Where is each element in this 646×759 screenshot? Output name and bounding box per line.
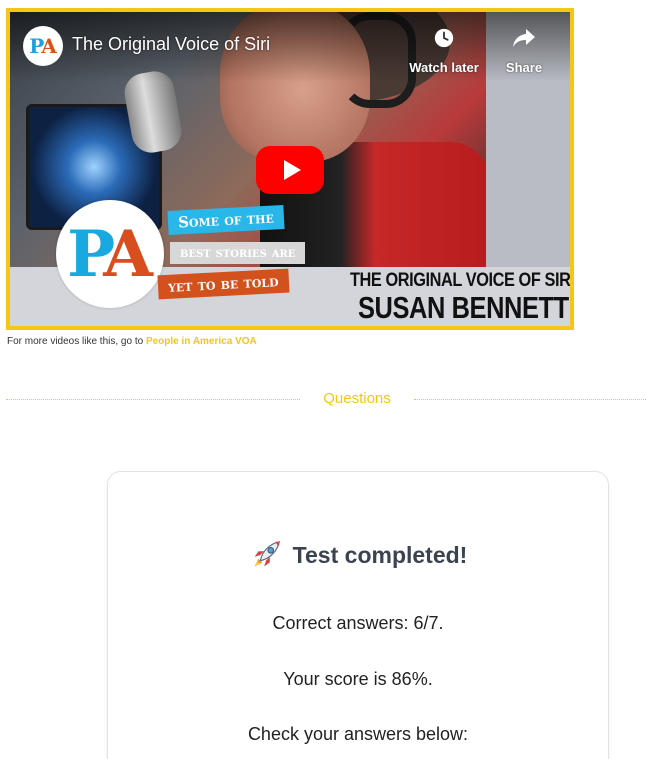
result-title-text: Test completed! (292, 541, 468, 568)
caption-text: For more videos like this, go to (7, 336, 146, 347)
people-in-america-logo: PA (56, 200, 164, 308)
correct-answers-text: Correct answers: 6/7. (272, 613, 444, 633)
video-caption: For more videos like this, go to People … (7, 336, 257, 347)
share-button[interactable]: Share (484, 26, 564, 75)
check-answers-text: Check your answers below: (247, 724, 469, 744)
share-label: Share (505, 60, 543, 75)
tagline-2: best stories are (170, 242, 306, 264)
result-card: Test completed! Correct answers: 6/7. Yo… (107, 471, 609, 759)
video-player[interactable]: PA Some of the best stories are yet to b… (6, 8, 574, 330)
score-text: Your score is 86%. (283, 669, 433, 689)
divider-left (6, 399, 300, 400)
share-arrow-icon (512, 26, 536, 50)
video-title-link[interactable]: The Original Voice of Siri (72, 34, 270, 55)
play-button[interactable] (256, 146, 324, 194)
channel-avatar[interactable]: PA (23, 26, 63, 66)
thumbnail-headline: THE ORIGINAL VOICE OF SIRI (350, 270, 574, 291)
people-in-america-link[interactable]: People in America VOA (146, 336, 257, 347)
result-title: Test completed! (108, 538, 608, 572)
clock-icon (432, 26, 456, 50)
rocket-icon (254, 541, 280, 567)
page: PA Some of the best stories are yet to b… (0, 0, 646, 759)
logo-letter-a: A (103, 216, 153, 292)
avatar-letter-a: A (41, 34, 57, 58)
watch-later-button[interactable]: Watch later (404, 26, 484, 75)
section-heading: Questions (323, 390, 391, 407)
watch-later-label: Watch later (409, 60, 479, 75)
divider-right (414, 399, 646, 400)
play-icon (283, 160, 301, 180)
thumbnail-subheadline: SUSAN BENNETT (358, 290, 569, 325)
